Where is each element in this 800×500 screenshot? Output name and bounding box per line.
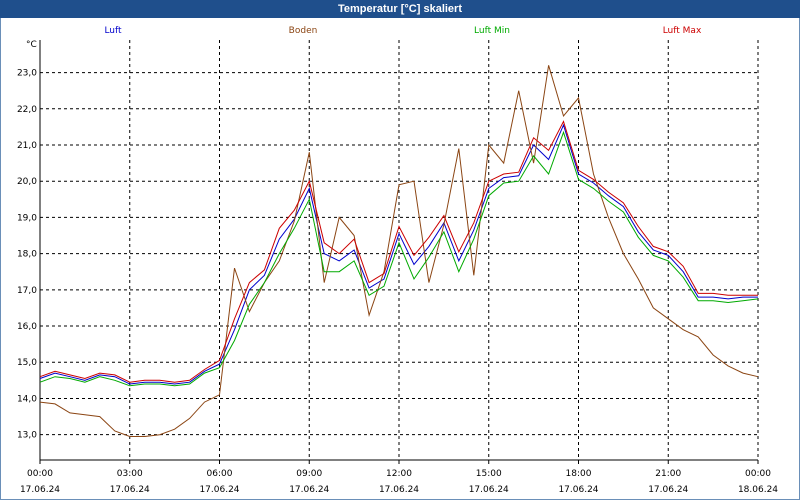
legend-entry-luft-min: Luft Min — [474, 26, 510, 36]
x-tick-time: 21:00 — [655, 469, 681, 479]
legend-entry-luft-max: Luft Max — [663, 26, 702, 36]
x-tick-date: 17.06.24 — [558, 485, 598, 495]
temperature-chart: 13,0 14,0 15,0 16,0 17,0 18,0 19,0 20,0 21,0 22,0… — [17, 26, 778, 495]
y-tick-label: 18,0 — [17, 250, 37, 260]
x-tick-date: 17.06.24 — [110, 485, 150, 495]
y-tick-label: 13,0 — [17, 431, 37, 441]
grid — [40, 40, 759, 460]
x-tick-time: 15:00 — [476, 469, 502, 479]
y-tick-label: 19,0 — [17, 213, 37, 223]
y-tick-label: 16,0 — [17, 322, 37, 332]
y-tick-label: 15,0 — [17, 358, 37, 368]
x-tick-time: 18:00 — [566, 469, 592, 479]
legend: Luft Boden Luft Min Luft Max — [104, 26, 702, 36]
y-tick-label: 22,0 — [17, 105, 37, 115]
x-tick-date: 17.06.24 — [648, 485, 688, 495]
legend-entry-boden: Boden — [289, 26, 318, 36]
y-axis-unit: °C — [26, 40, 37, 50]
x-tick-date: 17.06.24 — [469, 485, 509, 495]
y-tick-label: 14,0 — [17, 394, 37, 404]
x-tick-date: 18.06.24 — [738, 485, 778, 495]
y-tick-label: 21,0 — [17, 141, 37, 151]
x-tick-date: 17.06.24 — [20, 485, 60, 495]
x-tick-time: 12:00 — [386, 469, 412, 479]
legend-entry-luft: Luft — [104, 26, 122, 36]
tick-labels: 13,0 14,0 15,0 16,0 17,0 18,0 19,0 20,0 21,0 22,0… — [17, 40, 778, 495]
x-tick-time: 03:00 — [117, 469, 143, 479]
y-tick-label: 23,0 — [17, 69, 37, 79]
y-tick-label: 17,0 — [17, 286, 37, 296]
y-tick-label: 20,0 — [17, 177, 37, 187]
x-tick-time: 06:00 — [207, 469, 233, 479]
x-tick-time: 09:00 — [296, 469, 322, 479]
x-tick-time: 00:00 — [745, 469, 771, 479]
x-tick-date: 17.06.24 — [199, 485, 239, 495]
x-tick-time: 00:00 — [27, 469, 53, 479]
x-tick-date: 17.06.24 — [379, 485, 419, 495]
x-tick-date: 17.06.24 — [289, 485, 329, 495]
series-line-luft — [39, 123, 758, 385]
